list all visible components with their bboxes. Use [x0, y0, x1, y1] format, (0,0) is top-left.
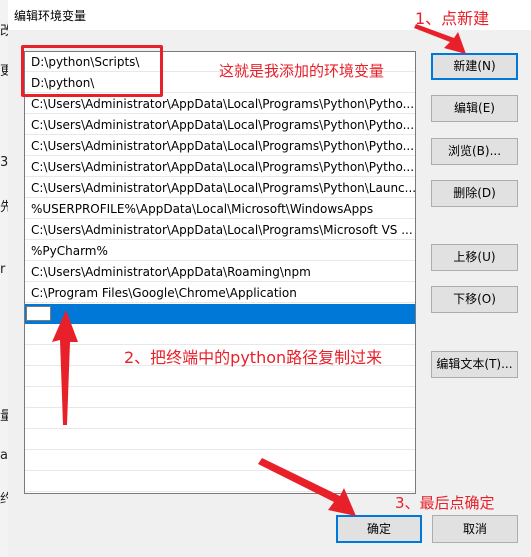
- step3-annotation: 3、最后点确定: [395, 494, 495, 512]
- list-item[interactable]: %PyCharm%: [25, 241, 415, 261]
- list-item-new-selected[interactable]: [25, 304, 415, 324]
- list-item[interactable]: C:\Users\Administrator\AppData\Local\Pro…: [25, 157, 415, 177]
- empty-row: [25, 409, 415, 429]
- list-item[interactable]: %USERPROFILE%\AppData\Local\Microsoft\Wi…: [25, 199, 415, 219]
- bg-char: a: [0, 448, 8, 463]
- list-item[interactable]: C:\Program Files\Google\Chrome\Applicati…: [25, 283, 415, 303]
- empty-row: [25, 472, 415, 492]
- bg-char: r: [0, 262, 6, 277]
- window-title: 编辑环境变量: [14, 9, 87, 23]
- empty-row: [25, 367, 415, 387]
- move-down-button[interactable]: 下移(O): [431, 286, 518, 313]
- new-path-input[interactable]: [26, 306, 51, 321]
- list-item[interactable]: C:\Users\Administrator\AppData\Local\Pro…: [25, 136, 415, 156]
- ok-button[interactable]: 确定: [336, 515, 422, 543]
- step1-annotation: 1、点新建: [415, 9, 490, 28]
- path-list[interactable]: D:\python\Scripts\ D:\python\ C:\Users\A…: [24, 51, 416, 494]
- move-up-button[interactable]: 上移(U): [431, 244, 518, 271]
- cancel-button[interactable]: 取消: [432, 515, 518, 543]
- empty-row: [25, 388, 415, 408]
- edit-button[interactable]: 编辑(E): [431, 95, 518, 122]
- added-paths-highlight: [21, 45, 163, 97]
- added-note-annotation: 这就是我添加的环境变量: [219, 62, 385, 80]
- list-item[interactable]: C:\Users\Administrator\AppData\Local\Pro…: [25, 220, 415, 240]
- edit-text-button[interactable]: 编辑文本(T)...: [431, 351, 518, 378]
- new-button[interactable]: 新建(N): [431, 53, 518, 80]
- empty-row: [25, 451, 415, 471]
- delete-button[interactable]: 删除(D): [431, 180, 518, 207]
- list-item[interactable]: C:\Users\Administrator\AppData\Local\Pro…: [25, 94, 415, 114]
- list-item[interactable]: C:\Users\Administrator\AppData\Local\Pro…: [25, 115, 415, 135]
- empty-row: [25, 325, 415, 345]
- browse-button[interactable]: 浏览(B)...: [431, 138, 518, 165]
- background-window-edge: 改 更 3 先 r 量 a 约: [0, 0, 13, 557]
- step2-annotation: 2、把终端中的python路径复制过来: [124, 348, 383, 367]
- list-item[interactable]: C:\Users\Administrator\AppData\Local\Pro…: [25, 178, 415, 198]
- empty-row: [25, 430, 415, 450]
- list-item[interactable]: C:\Users\Administrator\AppData\Roaming\n…: [25, 262, 415, 282]
